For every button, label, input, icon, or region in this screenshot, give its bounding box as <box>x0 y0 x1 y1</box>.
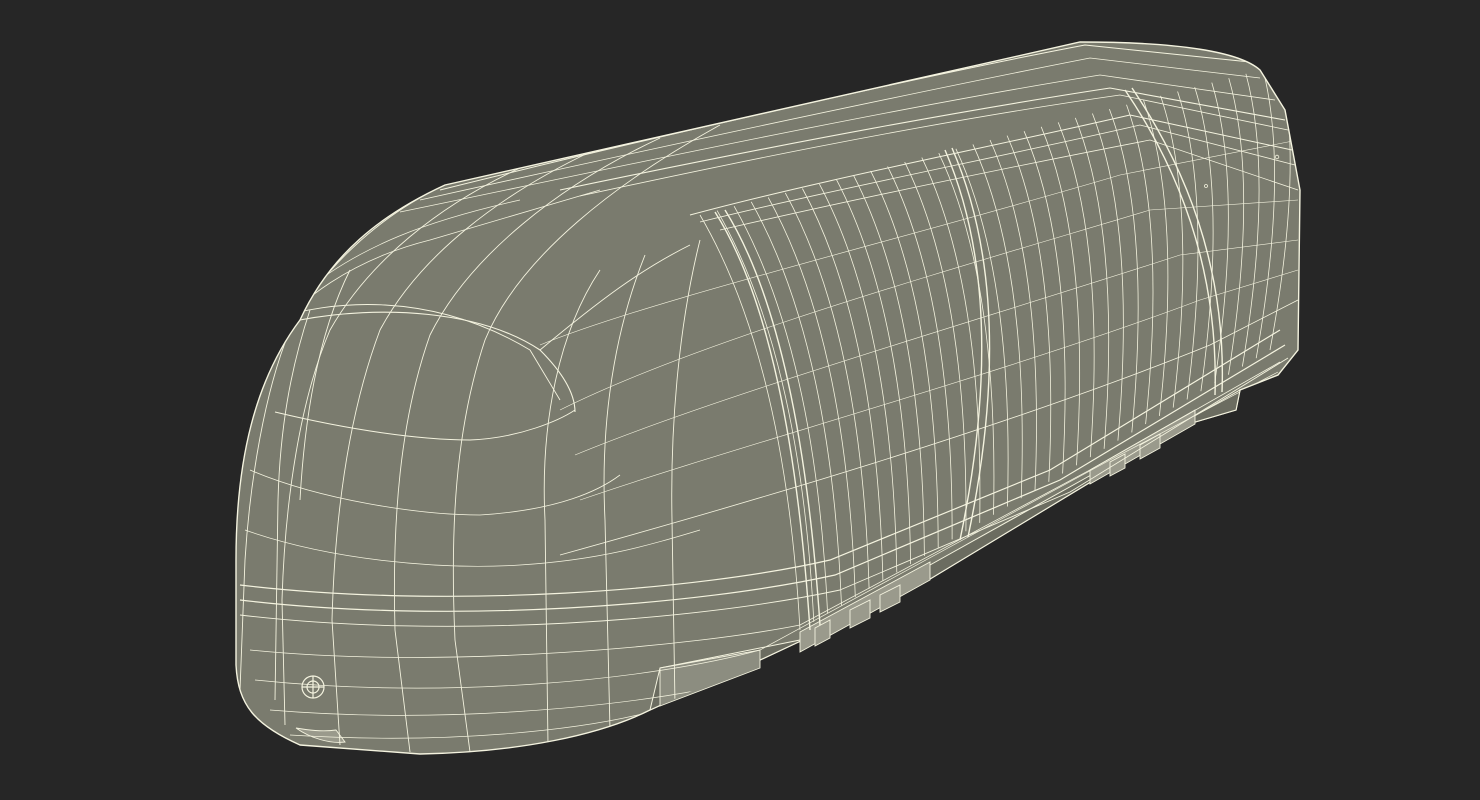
headlamp <box>301 675 325 699</box>
render-viewport <box>0 0 1480 800</box>
train-wireframe-render <box>235 41 1301 755</box>
